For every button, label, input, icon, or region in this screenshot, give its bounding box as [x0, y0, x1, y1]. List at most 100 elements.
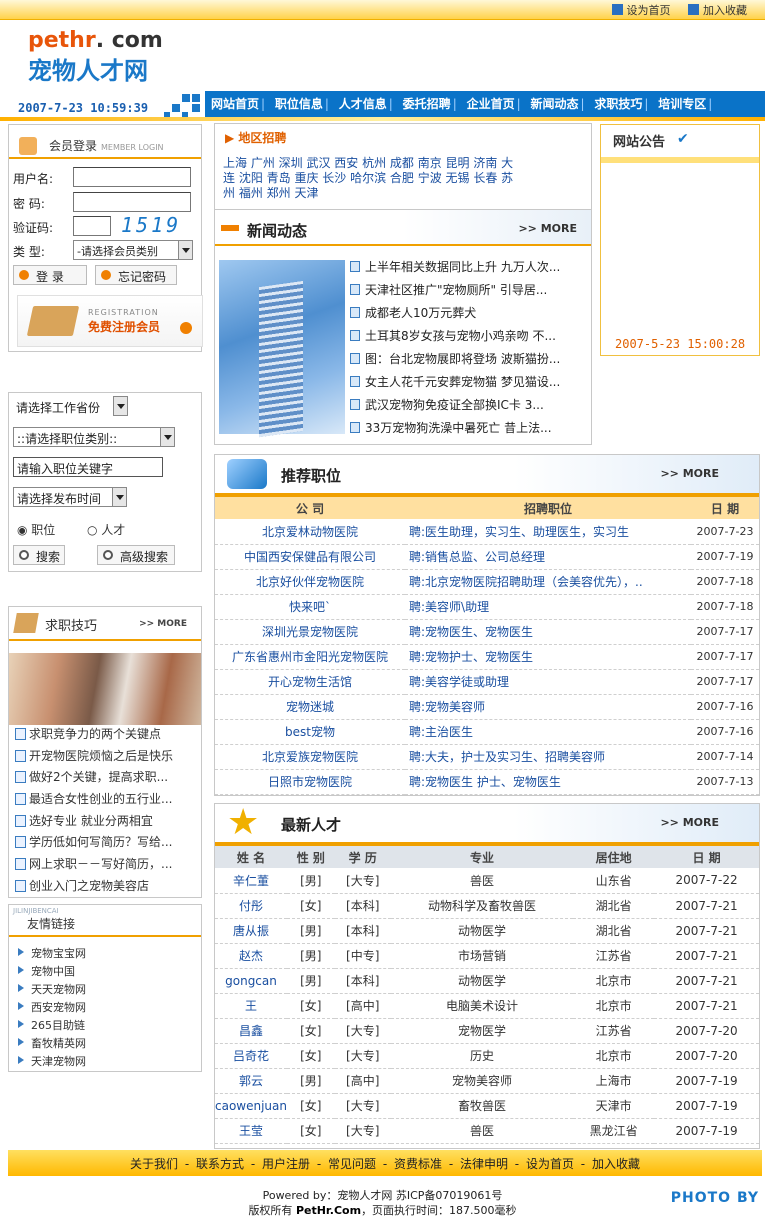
table-row[interactable]: 付彤 [女] [本科] 动物科学及畜牧兽医 湖北省 2007-7-21	[215, 893, 759, 919]
captcha-input[interactable]	[73, 216, 111, 236]
table-row[interactable]: 北京爱林动物医院 聘:医生助理，实习生、助理医生，实习生 2007-7-23	[215, 519, 759, 545]
news-item[interactable]: 33万宠物狗洗澡中暑死亡 昔上法...	[349, 419, 585, 442]
news-more-link[interactable]: >> MORE	[518, 222, 577, 235]
advanced-search-button[interactable]: 高级搜索	[97, 545, 175, 565]
login-button[interactable]: 登 录	[13, 265, 87, 285]
table-row[interactable]: 宠物迷城 聘:宠物美容师 2007-7-16	[215, 694, 759, 720]
table-row[interactable]: 深圳光景宠物医院 聘:宠物医生、宠物医生 2007-7-17	[215, 619, 759, 645]
list-item[interactable]: 选好专业 就业分两相宜	[15, 812, 173, 834]
table-cell: 付彤	[215, 893, 287, 919]
footer-link-set-home[interactable]: 设为首页	[526, 1157, 574, 1171]
talent-header: ★ 最新人才 >> MORE	[215, 804, 759, 846]
table-row[interactable]: 开心宠物生活馆 聘:美容学徒或助理 2007-7-17	[215, 669, 759, 695]
list-item[interactable]: 创业入门之宠物美容店	[15, 877, 173, 899]
table-row[interactable]: 郭云 [男] [高中] 宠物美容师 上海市 2007-7-19	[215, 1068, 759, 1094]
search-button[interactable]: 搜索	[13, 545, 65, 565]
province-select[interactable]: 请选择工作省份	[13, 396, 128, 417]
password-input[interactable]	[73, 192, 191, 212]
table-row[interactable]: 唐从振 [男] [本科] 动物医学 湖北省 2007-7-21	[215, 918, 759, 944]
nav-tips[interactable]: 求职技巧	[594, 91, 642, 112]
table-cell: 2007-7-17	[691, 644, 759, 670]
table-cell: 聘:宠物医生、宠物医生	[405, 619, 691, 645]
checkmark-icon: ✔	[677, 131, 689, 147]
time-select[interactable]: 请选择发布时间	[13, 487, 127, 507]
decor-squares	[164, 94, 204, 118]
news-item[interactable]: 成都老人10万元葬犬	[349, 304, 585, 327]
friend-link[interactable]: 天津宠物网	[17, 1053, 86, 1071]
type-row: 类 型: -请选择会员类别	[13, 240, 193, 260]
region-recruit-panel: ▶ 地区招聘 上海 广州 深圳 武汉 西安 杭州 成都 南京 昆明 济南 大连 …	[214, 123, 592, 209]
footer-link-faq[interactable]: 常见问题	[328, 1157, 376, 1171]
talent-more-link[interactable]: >> MORE	[660, 816, 719, 829]
table-row[interactable]: 王 [女] [高中] 电脑美术设计 北京市 2007-7-21	[215, 993, 759, 1019]
friend-link[interactable]: 西安宠物网	[17, 999, 86, 1017]
recommend-more-link[interactable]: >> MORE	[660, 467, 719, 480]
list-item[interactable]: 最适合女性创业的五行业...	[15, 790, 173, 812]
friend-link[interactable]: 宠物中国	[17, 963, 86, 981]
nav-talents[interactable]: 人才信息	[339, 91, 387, 112]
forgot-password-button[interactable]: 忘记密码	[95, 265, 177, 285]
nav-training[interactable]: 培训专区	[658, 91, 706, 112]
list-item[interactable]: 做好2个关键，提高求职...	[15, 768, 173, 790]
news-item[interactable]: 上半年相关数据同比上升 九万人次...	[349, 258, 585, 281]
friend-link[interactable]: 265目助链	[17, 1017, 86, 1035]
table-header-cell: 居住地	[573, 846, 655, 868]
friend-link[interactable]: 天天宠物网	[17, 981, 86, 999]
news-item[interactable]: 武汉宠物狗免疫证全部换IC卡 3...	[349, 396, 585, 419]
table-row[interactable]: 北京好伙伴宠物医院 聘:北京宠物医院招聘助理（会美容优先），.. 2007-7-18	[215, 569, 759, 595]
username-input[interactable]	[73, 167, 191, 187]
table-cell: 畜牧兽医	[390, 1093, 574, 1119]
table-row[interactable]: 快来吧` 聘:美容师\助理 2007-7-18	[215, 594, 759, 620]
set-home-link[interactable]: 设为首页	[611, 4, 671, 17]
city-links[interactable]: 上海 广州 深圳 武汉 西安 杭州 成都 南京 昆明 济南 大连 沈阳 青岛 重…	[223, 156, 523, 201]
arrow-right-icon	[221, 225, 239, 231]
footer-link-legal[interactable]: 法律申明	[460, 1157, 508, 1171]
list-item[interactable]: 学历低如何写简历？写给...	[15, 833, 173, 855]
nav-news[interactable]: 新闻动态	[530, 91, 578, 112]
news-item[interactable]: 女主人花千元安葬宠物猫 梦见猫设...	[349, 373, 585, 396]
site-logo[interactable]: pethr. com 宠物人才网	[28, 28, 163, 86]
table-row[interactable]: 赵杰 [男] [中专] 市场营销 江苏省 2007-7-21	[215, 943, 759, 969]
radio-job[interactable]: ◉ 职位	[17, 521, 55, 538]
table-row[interactable]: 昌鑫 [女] [大专] 宠物医学 江苏省 2007-7-20	[215, 1018, 759, 1044]
table-cell: [本科]	[334, 893, 391, 919]
nav-company[interactable]: 企业首页	[467, 91, 515, 112]
tips-more-link[interactable]: >> MORE	[139, 619, 187, 629]
list-item[interactable]: 开宠物医院烦恼之后是快乐	[15, 747, 173, 769]
table-row[interactable]: 广东省惠州市金阳光宠物医院 聘:宠物护士、宠物医生 2007-7-17	[215, 644, 759, 670]
footer-link-contact[interactable]: 联系方式	[196, 1157, 244, 1171]
table-cell: 宠物美容师	[390, 1068, 574, 1094]
member-type-select[interactable]: -请选择会员类别	[73, 240, 193, 260]
chevron-down-icon	[178, 240, 193, 260]
nav-entrust[interactable]: 委托招聘	[403, 91, 451, 112]
footer-link-register[interactable]: 用户注册	[262, 1157, 310, 1171]
table-row[interactable]: 日照市宠物医院 聘:宠物医生 护士、宠物医生 2007-7-13	[215, 769, 759, 795]
table-row[interactable]: 吕奇花 [女] [大专] 历史 北京市 2007-7-20	[215, 1043, 759, 1069]
table-row[interactable]: 辛仁董 [男] [大专] 兽医 山东省 2007-7-22	[215, 868, 759, 894]
friend-link[interactable]: 畜牧精英网	[17, 1035, 86, 1053]
table-row[interactable]: 王莹 [女] [大专] 兽医 黑龙江省 2007-7-19	[215, 1118, 759, 1144]
list-item[interactable]: 求职竞争力的两个关键点	[15, 725, 173, 747]
add-fav-link[interactable]: 加入收藏	[688, 4, 747, 17]
table-row[interactable]: 北京爱族宠物医院 聘:大夫，护士及实习生、招聘美容师 2007-7-14	[215, 744, 759, 770]
table-cell: 2007-7-13	[691, 769, 759, 795]
nav-jobs[interactable]: 职位信息	[275, 91, 323, 112]
news-item[interactable]: 天津社区推广"宠物厕所" 引导居...	[349, 281, 585, 304]
footer-link-about[interactable]: 关于我们	[130, 1157, 178, 1171]
list-item[interactable]: 网上求职－－写好简历，...	[15, 855, 173, 877]
radio-talent[interactable]: ○ 人才	[87, 521, 125, 538]
footer-link-add-fav[interactable]: 加入收藏	[592, 1157, 640, 1171]
friend-link[interactable]: 宠物宝宝网	[17, 945, 86, 963]
footer-link-fees[interactable]: 资费标准	[394, 1157, 442, 1171]
category-select[interactable]: ::请选择职位类别::	[13, 427, 175, 447]
news-item[interactable]: 土耳其8岁女孩与宠物小鸡亲吻 不...	[349, 327, 585, 350]
keyword-input[interactable]: 请输入职位关键字	[13, 457, 163, 477]
job-tips-panel: 求职技巧 >> MORE 求职竞争力的两个关键点 开宠物医院烦恼之后是快乐 做好…	[8, 606, 202, 898]
register-banner[interactable]: REGISTRATION 免费注册会员	[17, 295, 203, 347]
table-row[interactable]: caowenjuan [女] [大专] 畜牧兽医 天津市 2007-7-19	[215, 1093, 759, 1119]
nav-home[interactable]: 网站首页	[211, 91, 259, 112]
news-item[interactable]: 图：台北宠物展即将登场 波斯猫扮...	[349, 350, 585, 373]
table-row[interactable]: gongcan [男] [本科] 动物医学 北京市 2007-7-21	[215, 968, 759, 994]
table-row[interactable]: best宠物 聘:主治医生 2007-7-16	[215, 719, 759, 745]
table-row[interactable]: 中国西安保健品有限公司 聘:销售总监、公司总经理 2007-7-19	[215, 544, 759, 570]
